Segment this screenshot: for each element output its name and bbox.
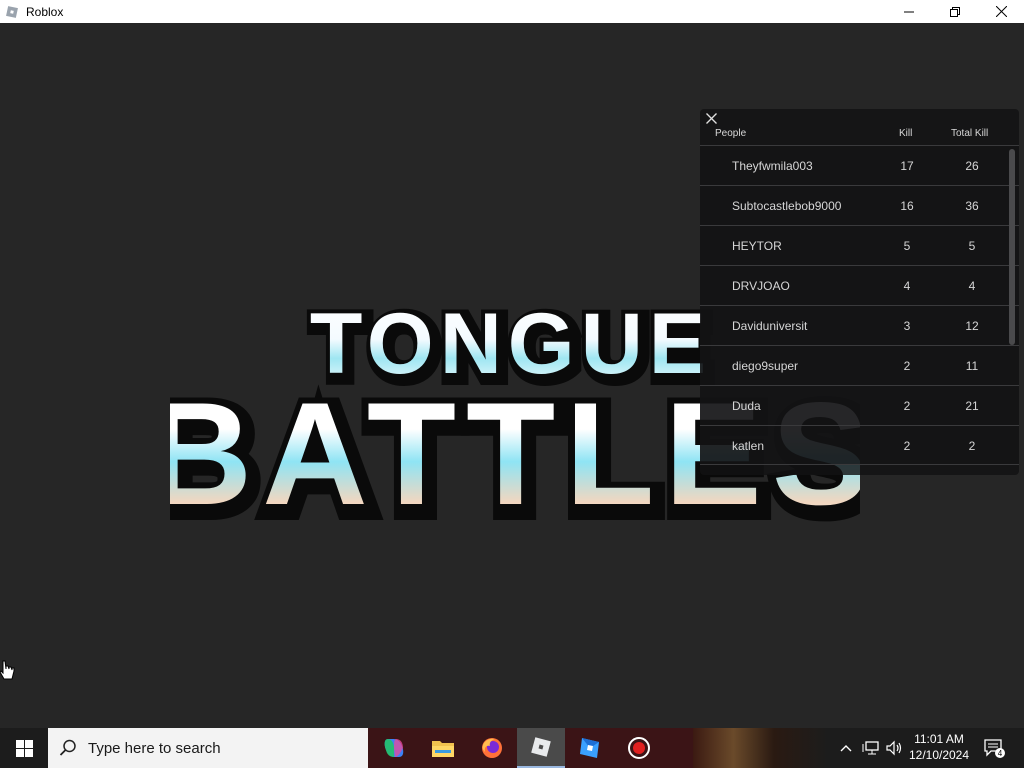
leaderboard-row[interactable]: katlen 2 2 [700,425,1019,465]
leaderboard-rows: Theyfwmila003 17 26 Subtocastlebob9000 1… [700,145,1019,465]
player-kill: 2 [903,399,911,413]
firefox-icon [482,738,502,758]
player-total-kill: 5 [968,239,976,253]
roblox-icon [531,737,551,757]
player-total-kill: 12 [965,319,979,333]
clock-time: 11:01 AM [914,732,964,746]
player-kill: 2 [903,359,911,373]
clock-date: 12/10/2024 [908,748,970,762]
show-hidden-icons-button[interactable] [836,728,856,768]
volume-button[interactable] [883,728,905,768]
player-name: Daviduniversit [732,319,808,333]
notifications-button[interactable]: 4 [978,728,1010,768]
taskbar-search-box[interactable]: Type here to search [48,728,368,768]
minimize-button[interactable] [886,0,932,23]
restore-icon [950,6,960,17]
player-kill: 3 [903,319,911,333]
minimize-icon [904,11,914,12]
close-icon [705,112,717,124]
player-kill: 5 [903,239,911,253]
player-kill: 17 [900,159,914,173]
chevron-up-icon [840,745,852,752]
network-icon [862,741,879,755]
leaderboard-row[interactable]: DRVJOAO 4 4 [700,265,1019,305]
restore-button[interactable] [932,0,978,23]
player-name: Theyfwmila003 [732,159,813,173]
roblox-studio-app-button[interactable] [566,728,614,768]
leaderboard-panel: People Kill Total Kill Theyfwmila003 17 … [700,109,1019,475]
game-viewport[interactable]: TONGUE TONGUE BATTLES BATTLES People Kil… [0,23,1024,728]
close-icon [995,6,1007,17]
header-total-kill: Total Kill [951,128,989,139]
window-controls [886,0,1024,23]
windows-icon [15,739,33,757]
leaderboard-row[interactable]: HEYTOR 5 5 [700,225,1019,265]
record-app-button[interactable] [615,728,663,768]
header-kill: Kill [899,128,913,139]
header-people: People [715,128,747,139]
leaderboard-row[interactable]: Daviduniversit 3 12 [700,305,1019,345]
window-titlebar: Roblox [0,0,1024,23]
player-name: Duda [732,399,761,413]
copilot-icon [384,739,404,757]
roblox-app-icon [4,4,20,20]
taskbar-wallpaper-art [693,728,828,768]
notification-count: 4 [998,749,1003,758]
player-name: Subtocastlebob9000 [732,199,842,213]
player-total-kill: 2 [968,439,976,453]
leaderboard-row[interactable]: Duda 2 21 [700,385,1019,425]
leaderboard-row[interactable]: Subtocastlebob9000 16 36 [700,185,1019,225]
player-total-kill: 4 [968,279,976,293]
firefox-app-button[interactable] [468,728,516,768]
leaderboard-row[interactable]: diego9super 2 11 [700,345,1019,385]
player-kill: 2 [903,439,911,453]
record-icon [628,737,650,759]
window-title: Roblox [26,4,64,19]
roblox-studio-icon [580,738,599,758]
leaderboard-row[interactable]: Theyfwmila003 17 26 [700,145,1019,185]
search-icon [48,739,88,757]
player-name: diego9super [732,359,799,373]
player-total-kill: 21 [965,399,979,413]
roblox-app-button[interactable] [517,728,565,768]
leaderboard-scrollbar[interactable] [1009,149,1015,345]
player-total-kill: 36 [965,199,979,213]
speaker-icon [886,740,902,756]
network-button[interactable] [860,728,882,768]
close-button[interactable] [978,0,1024,23]
search-placeholder: Type here to search [88,739,221,757]
player-kill: 16 [900,199,914,213]
hand-cursor-icon [0,660,15,680]
player-kill: 4 [903,279,911,293]
player-name: DRVJOAO [732,279,790,293]
player-total-kill: 11 [965,359,979,373]
leaderboard-close-button[interactable] [704,111,718,125]
taskbar: Type here to search 11:01 AM 12/10/2024 … [0,728,1024,768]
file-explorer-icon [432,741,454,757]
start-button[interactable] [0,728,48,768]
player-name: HEYTOR [732,239,782,253]
player-total-kill: 26 [965,159,979,173]
player-name: katlen [732,439,765,453]
taskbar-clock[interactable]: 11:01 AM 12/10/2024 [903,731,975,763]
file-explorer-app-button[interactable] [419,728,467,768]
copilot-app-button[interactable] [370,728,418,768]
notification-icon: 4 [984,739,1005,758]
